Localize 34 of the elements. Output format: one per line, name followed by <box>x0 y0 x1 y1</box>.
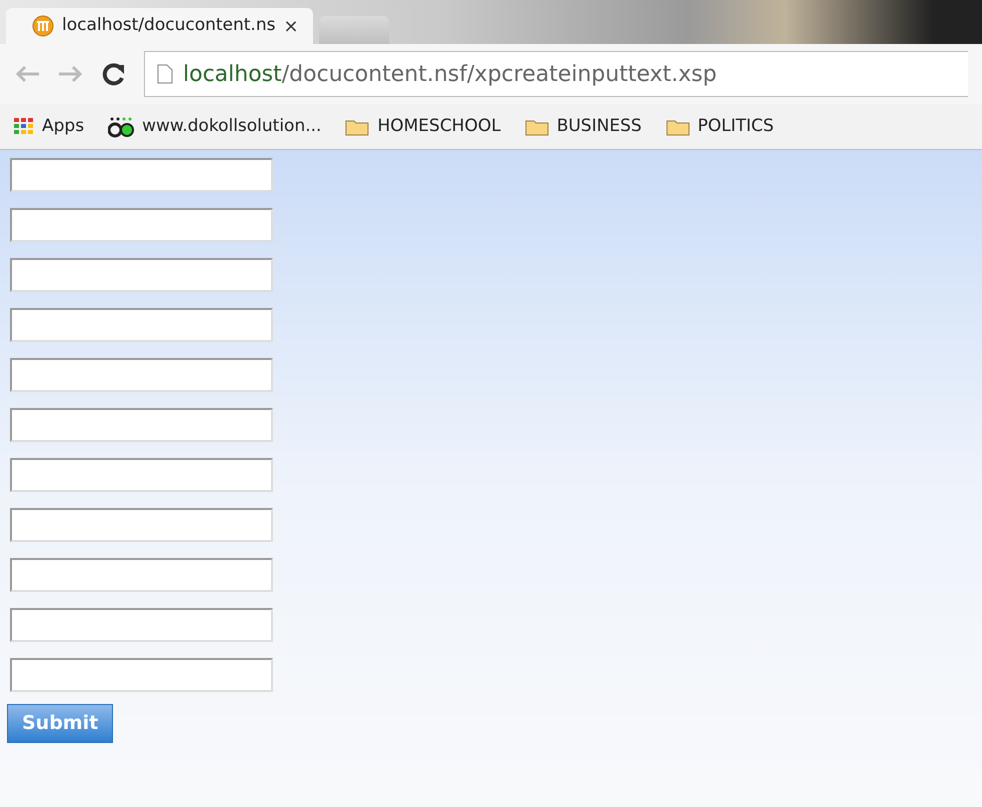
text-input-field[interactable] <box>10 508 273 542</box>
tab-title: localhost/docucontent.ns <box>62 14 276 38</box>
close-tab-button[interactable]: × <box>283 12 299 40</box>
text-input-field[interactable] <box>10 358 273 392</box>
forward-arrow-icon <box>58 65 84 83</box>
bookmark[interactable]: www.dokollsolution... <box>108 114 322 140</box>
folder-icon <box>666 118 690 136</box>
bookmark[interactable]: Apps <box>14 114 84 140</box>
text-input-field[interactable] <box>10 258 273 292</box>
text-input-field[interactable] <box>10 458 273 492</box>
site-icon <box>32 15 54 37</box>
text-input-field[interactable] <box>10 658 273 692</box>
folder-icon <box>524 118 549 136</box>
reload-icon <box>102 62 126 86</box>
bookmark[interactable]: BUSINESS <box>524 114 642 140</box>
text-input-field[interactable] <box>10 208 273 242</box>
back-arrow-icon <box>14 65 40 83</box>
forward-button[interactable] <box>58 65 84 83</box>
text-input-field[interactable] <box>10 608 273 642</box>
back-button[interactable] <box>14 65 40 83</box>
bookmark[interactable]: HOMESCHOOL <box>345 114 501 140</box>
address-bar[interactable]: localhost/docucontent.nsf/xpcreateinputtext.xsp <box>144 51 968 97</box>
url-text: localhost/docucontent.nsf/xpcreateinputtext.xsp <box>183 60 717 88</box>
text-input-field[interactable] <box>10 408 273 442</box>
site-logo-icon <box>108 116 134 138</box>
text-input-field[interactable] <box>10 558 273 592</box>
page-icon <box>157 64 173 84</box>
text-input-field[interactable] <box>10 158 273 192</box>
bookmark[interactable]: POLITICS <box>666 114 774 140</box>
reload-button[interactable] <box>102 62 126 86</box>
folder-icon <box>345 118 370 136</box>
apps-grid-icon <box>14 118 34 136</box>
text-input-field[interactable] <box>10 308 273 342</box>
browser-tab[interactable]: localhost/docucontent.ns × <box>6 8 313 44</box>
